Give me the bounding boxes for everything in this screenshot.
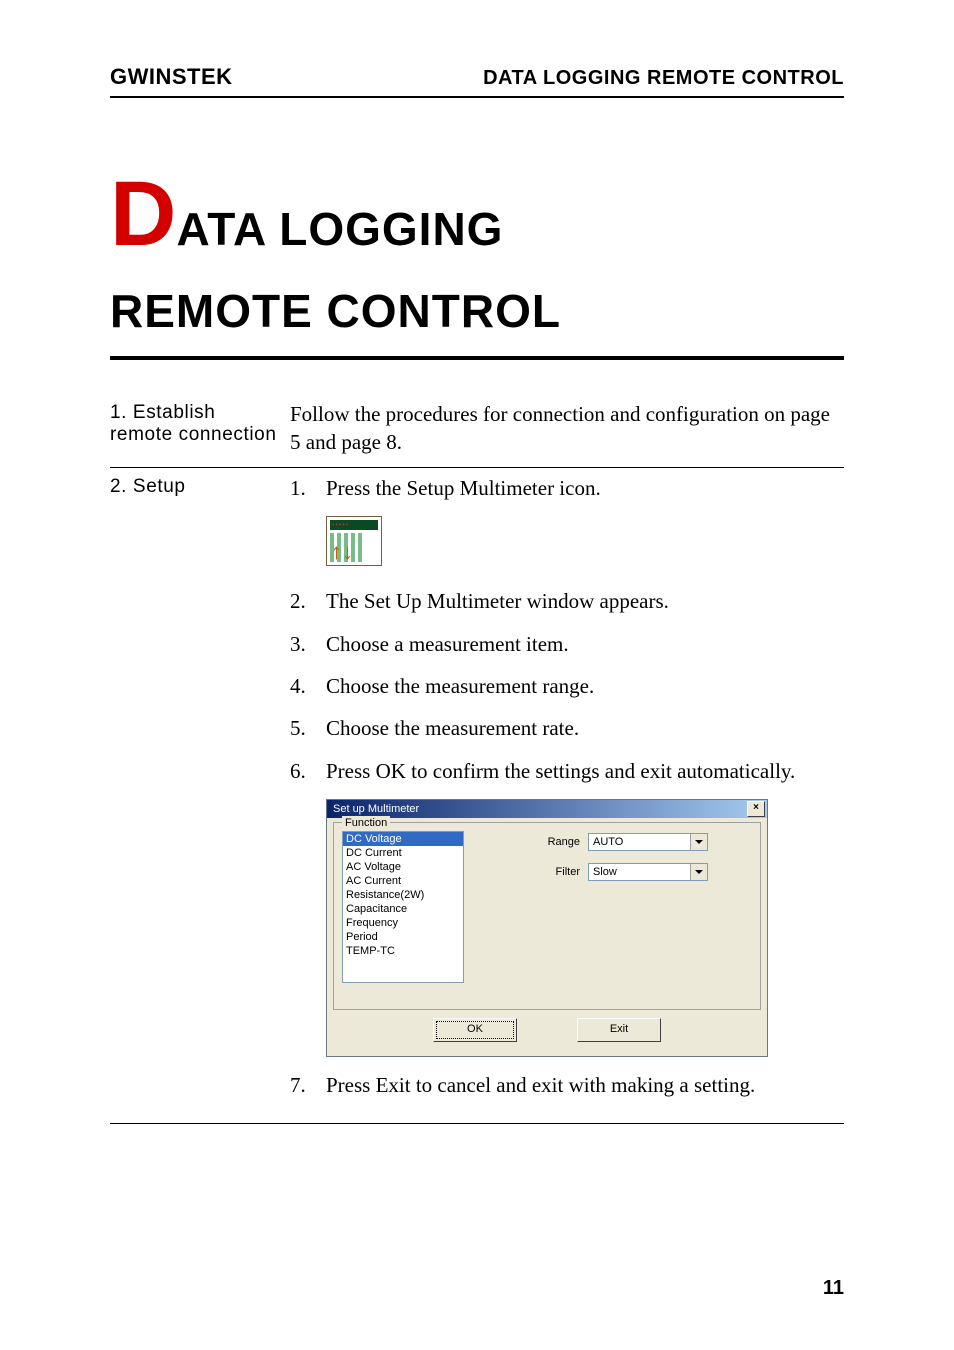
brand-logo: GWINSTEK: [110, 64, 233, 90]
step-7-num: 7.: [290, 1071, 326, 1099]
step-1-num: 1.: [290, 474, 326, 502]
header-title: DATA LOGGING REMOTE CONTROL: [483, 67, 844, 90]
function-item-ac-current[interactable]: AC Current: [343, 874, 463, 888]
step-4-num: 4.: [290, 672, 326, 700]
step-3-num: 3.: [290, 630, 326, 658]
function-item-capacitance[interactable]: Capacitance: [343, 902, 463, 916]
step-2-text: The Set Up Multimeter window appears.: [326, 587, 844, 615]
step-6-text: Press OK to confirm the settings and exi…: [326, 757, 844, 785]
function-item-temp-tc[interactable]: TEMP-TC: [343, 944, 463, 958]
page-header: GWINSTEK DATA LOGGING REMOTE CONTROL: [110, 64, 844, 98]
step-3-text: Choose a measurement item.: [326, 630, 844, 658]
title-dropcap: D: [110, 163, 176, 265]
function-item-ac-voltage[interactable]: AC Voltage: [343, 860, 463, 874]
chevron-down-icon[interactable]: [690, 864, 707, 880]
step-3: 3. Choose a measurement item.: [290, 630, 844, 658]
function-item-dc-voltage[interactable]: DC Voltage: [343, 832, 463, 846]
section-setup: 2. Setup 1. Press the Setup Multimeter i…: [110, 468, 844, 1125]
chevron-down-icon[interactable]: [690, 834, 707, 850]
setup-multimeter-icon[interactable]: ••••• ↑↓: [326, 516, 382, 566]
function-item-resistance-2w[interactable]: Resistance(2W): [343, 888, 463, 902]
step-4: 4. Choose the measurement range.: [290, 672, 844, 700]
section1-text: Follow the procedures for connection and…: [290, 402, 830, 454]
step-7-text: Press Exit to cancel and exit with makin…: [326, 1071, 844, 1099]
close-icon[interactable]: ×: [747, 801, 765, 817]
section2-heading: 2. Setup: [110, 474, 290, 498]
dialog-titlebar: Set up Multimeter ×: [327, 800, 767, 818]
ok-button[interactable]: OK: [433, 1018, 517, 1042]
section1-body: Follow the procedures for connection and…: [290, 400, 844, 457]
step-5-num: 5.: [290, 714, 326, 742]
step-4-text: Choose the measurement range.: [326, 672, 844, 700]
function-groupbox: Function DC Voltage DC Current AC Voltag…: [333, 822, 761, 1010]
section1-heading: 1. Establish remote connection: [110, 400, 290, 446]
range-label: Range: [534, 835, 588, 850]
exit-button[interactable]: Exit: [577, 1018, 661, 1042]
function-item-frequency[interactable]: Frequency: [343, 916, 463, 930]
step-5-text: Choose the measurement rate.: [326, 714, 844, 742]
function-item-dc-current[interactable]: DC Current: [343, 846, 463, 860]
title-line2: REMOTE CONTROL: [110, 284, 844, 338]
step-2: 2. The Set Up Multimeter window appears.: [290, 587, 844, 615]
function-group-label: Function: [342, 816, 390, 831]
range-value: AUTO: [593, 835, 623, 850]
dialog-title: Set up Multimeter: [333, 802, 419, 817]
setup-multimeter-dialog: Set up Multimeter × Function DC Voltage …: [326, 799, 768, 1057]
filter-value: Slow: [593, 865, 617, 880]
function-listbox[interactable]: DC Voltage DC Current AC Voltage AC Curr…: [342, 831, 464, 983]
step-7: 7. Press Exit to cancel and exit with ma…: [290, 1071, 844, 1099]
step-1-text: Press the Setup Multimeter icon.: [326, 474, 844, 502]
filter-label: Filter: [534, 865, 588, 880]
filter-combobox[interactable]: Slow: [588, 863, 708, 881]
page-title: DATA LOGGING REMOTE CONTROL: [110, 168, 844, 360]
function-item-period[interactable]: Period: [343, 930, 463, 944]
step-6-num: 6.: [290, 757, 326, 785]
title-line1-rest: ATA LOGGING: [176, 203, 503, 255]
mm-icon-dots: •••••: [332, 521, 349, 530]
step-5: 5. Choose the measurement rate.: [290, 714, 844, 742]
step-6: 6. Press OK to confirm the settings and …: [290, 757, 844, 785]
setup-dialog-screenshot: Set up Multimeter × Function DC Voltage …: [326, 799, 844, 1057]
page-number: 11: [823, 1277, 844, 1300]
step-1: 1. Press the Setup Multimeter icon.: [290, 474, 844, 502]
logo-text: GWINSTEK: [110, 64, 233, 89]
section-establish-connection: 1. Establish remote connection Follow th…: [110, 394, 844, 468]
mm-icon-arrows: ↑↓: [331, 537, 353, 567]
range-combobox[interactable]: AUTO: [588, 833, 708, 851]
step-2-num: 2.: [290, 587, 326, 615]
